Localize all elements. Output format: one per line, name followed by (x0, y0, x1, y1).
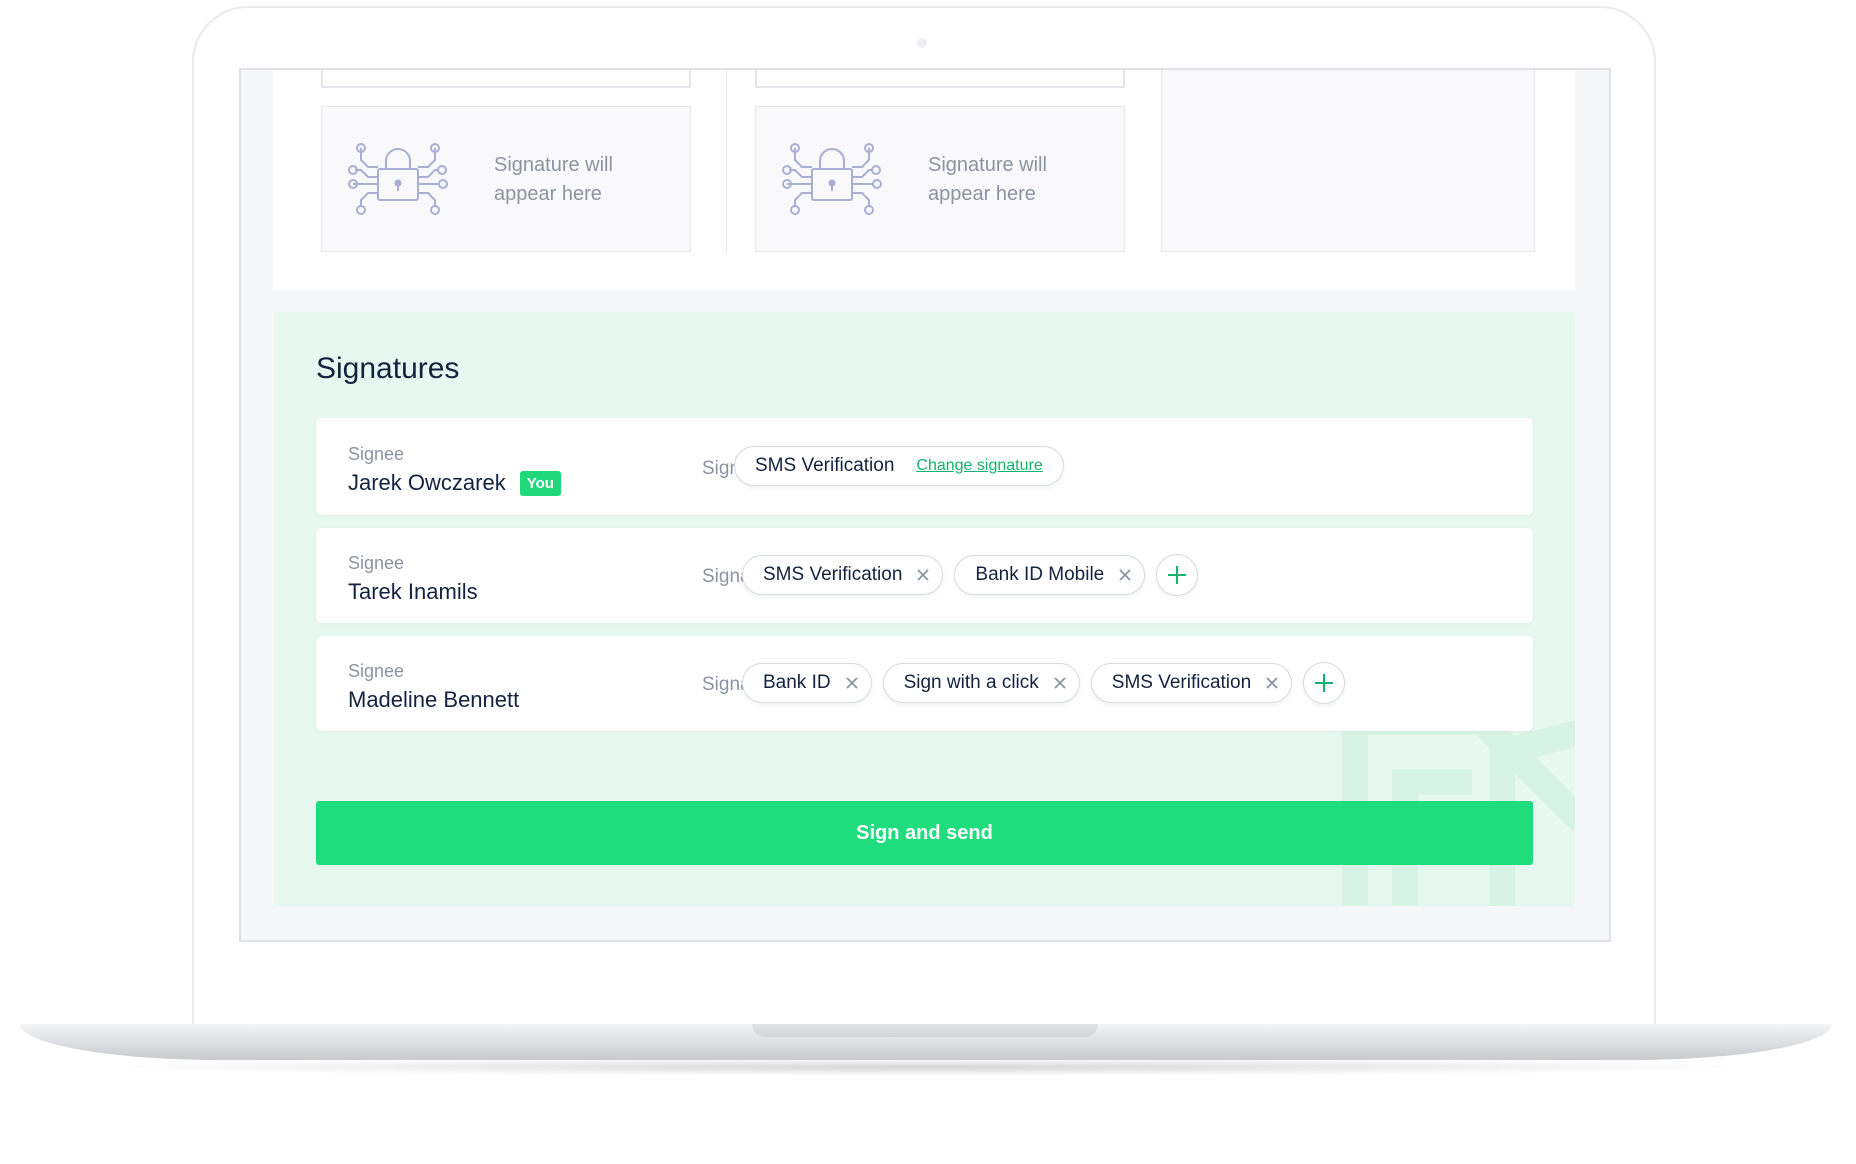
signature-chip: SMS Verification Change signature (734, 446, 1064, 486)
signature-chip: SMS Verification (742, 555, 944, 595)
signee-label: Signee (348, 661, 405, 681)
empty-signature-box (1161, 70, 1535, 252)
signature-chip: Bank ID Mobile (954, 555, 1146, 595)
signature-chip: Bank ID (742, 663, 872, 703)
signee-label: Signee (348, 444, 405, 464)
signature-field-line (321, 70, 691, 88)
signature-chips: SMS Verification Change signature (734, 446, 1064, 486)
signee-card: Signee Madeline Bennett Signatures Bank … (316, 636, 1533, 731)
signature-field-line (755, 70, 1125, 88)
document-signature-area: Signature will appear here Signature wil… (273, 70, 1575, 290)
signature-chips: Bank ID Sign with a click SMS Verificati… (742, 662, 1346, 704)
laptop-shadow (90, 1058, 1766, 1076)
sign-and-send-button[interactable]: Sign and send (316, 801, 1533, 865)
camera (917, 38, 927, 48)
signee-name: Tarek Inamils (348, 579, 478, 604)
signee-name: Jarek Owczarek You (348, 470, 561, 496)
signature-chip: Sign with a click (882, 663, 1080, 703)
add-signature-button[interactable] (1303, 662, 1346, 704)
signature-chips: SMS Verification Bank ID Mobile (742, 554, 1199, 596)
signee-card: Signee Tarek Inamils Signatures SMS Veri… (316, 528, 1533, 623)
placeholder-text: Signature will appear here (928, 154, 1047, 205)
you-badge: You (519, 471, 561, 496)
plus-icon (1315, 674, 1334, 692)
signature-chip: SMS Verification (1090, 663, 1293, 703)
column-divider (726, 70, 727, 252)
close-icon[interactable] (845, 676, 859, 690)
signee-name: Madeline Bennett (348, 687, 520, 712)
close-icon[interactable] (1053, 676, 1067, 690)
change-signature-link[interactable]: Change signature (916, 457, 1042, 475)
signature-placeholder: Signature will appear here (321, 106, 691, 252)
close-icon[interactable] (1118, 568, 1132, 582)
padlock-circuit-icon (348, 143, 448, 215)
add-signature-button[interactable] (1156, 554, 1199, 596)
padlock-circuit-icon (782, 143, 882, 215)
panel-title: Signatures (316, 352, 460, 385)
laptop-notch (752, 1024, 1098, 1037)
signatures-panel: Signatures Signee Jarek OwczarekYou Sign… (274, 312, 1575, 906)
signee-card: Signee Jarek OwczarekYou Signature SMS V… (316, 418, 1533, 515)
signature-placeholder: Signature will appear here (755, 106, 1125, 252)
placeholder-text: Signature will appear here (494, 154, 613, 205)
plus-icon (1168, 566, 1187, 584)
close-icon[interactable] (916, 568, 930, 582)
screen: Signature will appear here Signature wil… (239, 68, 1611, 942)
close-icon[interactable] (1265, 676, 1279, 690)
signee-label: Signee (348, 553, 405, 573)
